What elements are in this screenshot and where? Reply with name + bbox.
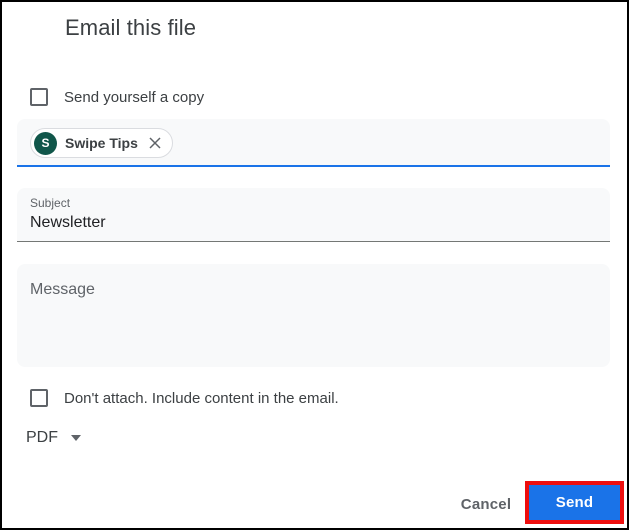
cancel-button[interactable]: Cancel [454, 488, 518, 520]
dropdown-arrow-icon [71, 435, 81, 441]
send-yourself-copy-checkbox[interactable] [30, 88, 48, 106]
subject-field[interactable]: Subject [17, 188, 610, 242]
recipient-chip[interactable]: S Swipe Tips [30, 128, 173, 158]
recipients-field[interactable]: S Swipe Tips [17, 119, 610, 167]
email-this-file-dialog: Email this file Send yourself a copy S S… [0, 0, 629, 530]
dont-attach-checkbox[interactable] [30, 389, 48, 407]
send-yourself-copy-label: Send yourself a copy [64, 88, 205, 106]
file-format-value: PDF [26, 429, 58, 446]
dont-attach-row: Don't attach. Include content in the ema… [30, 389, 339, 407]
message-field[interactable] [17, 264, 610, 367]
subject-label: Subject [30, 196, 71, 210]
message-input[interactable] [17, 264, 610, 367]
send-button-highlight-annotation: Send [525, 481, 624, 524]
send-button[interactable]: Send [529, 485, 620, 520]
dont-attach-label: Don't attach. Include content in the ema… [64, 389, 339, 407]
recipient-name: Swipe Tips [65, 135, 138, 151]
dialog-title: Email this file [65, 15, 197, 40]
subject-input[interactable] [30, 214, 590, 232]
file-format-dropdown[interactable]: PDF [26, 429, 81, 447]
send-yourself-copy-row: Send yourself a copy [30, 88, 204, 106]
recipient-avatar: S [34, 131, 57, 155]
remove-recipient-icon[interactable] [148, 136, 162, 150]
